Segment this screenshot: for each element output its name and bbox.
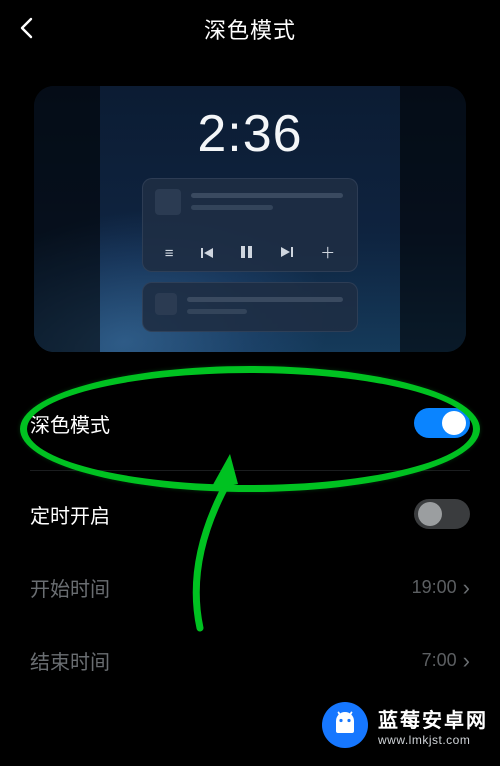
preview-media-card: ≡ ＋	[142, 178, 358, 272]
preview-media-subtitle-line	[191, 205, 273, 210]
watermark-name: 蓝莓安卓网	[378, 704, 488, 733]
row-schedule: 定时开启	[0, 477, 500, 551]
menu-icon: ≡	[165, 246, 174, 261]
schedule-toggle[interactable]	[414, 499, 470, 529]
preview-notification-card	[142, 282, 358, 332]
back-button[interactable]	[18, 16, 36, 45]
row-end-time-label: 结束时间	[30, 646, 110, 675]
row-darkmode-label: 深色模式	[30, 409, 110, 438]
darkmode-preview: 2:36 ≡ ＋	[34, 86, 466, 352]
chevron-left-icon	[18, 16, 36, 40]
row-end-time[interactable]: 结束时间 7:00 ›	[0, 624, 500, 697]
watermark: 蓝莓安卓网 www.lmkjst.com	[322, 702, 488, 748]
preview-notification-title-line	[187, 297, 343, 302]
darkmode-toggle[interactable]	[414, 408, 470, 438]
preview-clock: 2:36	[34, 104, 466, 164]
media-pause-icon	[241, 246, 252, 261]
row-start-time-value: 19:00	[412, 577, 457, 598]
divider	[30, 470, 470, 471]
row-start-time-label: 开始时间	[30, 573, 110, 602]
preview-notification-thumb	[155, 293, 177, 315]
page-title: 深色模式	[0, 13, 500, 45]
media-prev-icon	[201, 247, 214, 261]
row-end-time-value: 7:00	[422, 650, 457, 671]
row-schedule-label: 定时开启	[30, 500, 110, 529]
preview-media-thumb	[155, 189, 181, 215]
preview-notification-subtitle-line	[187, 309, 247, 314]
row-start-time[interactable]: 开始时间 19:00 ›	[0, 551, 500, 624]
toggle-knob	[418, 502, 442, 526]
media-next-icon	[280, 246, 293, 261]
chevron-right-icon: ›	[463, 648, 470, 674]
chevron-right-icon: ›	[463, 575, 470, 601]
row-darkmode: 深色模式	[0, 386, 500, 460]
watermark-url: www.lmkjst.com	[378, 733, 488, 747]
plus-icon: ＋	[320, 246, 335, 261]
preview-media-title-line	[191, 193, 343, 198]
watermark-logo-icon	[322, 702, 368, 748]
toggle-knob	[442, 411, 466, 435]
